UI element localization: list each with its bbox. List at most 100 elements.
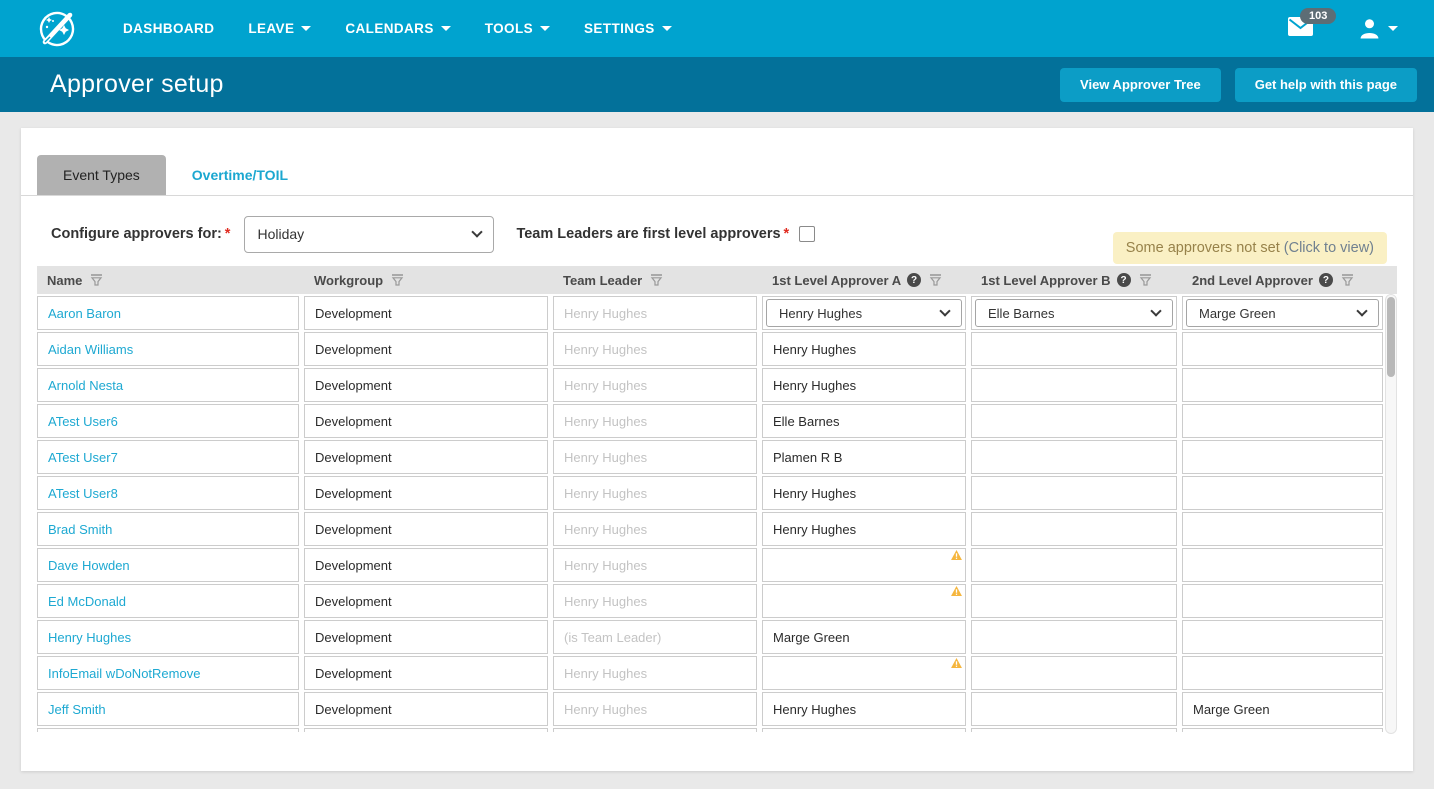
- table-row: ATest User8DevelopmentHenry HughesHenry …: [37, 476, 1383, 510]
- chevron-down-icon: [1356, 305, 1367, 316]
- approver-name: Henry Hughes: [773, 486, 856, 501]
- nav-label: TOOLS: [485, 21, 533, 36]
- filter-icon[interactable]: [1139, 274, 1152, 286]
- user-menu-button[interactable]: [1359, 18, 1410, 39]
- vertical-scrollbar[interactable]: [1385, 294, 1397, 734]
- table-row: Arnold NestaDevelopmentHenry HughesHenry…: [37, 368, 1383, 402]
- chevron-down-icon: [441, 26, 451, 31]
- chevron-down-icon: [472, 226, 483, 237]
- employee-name-link[interactable]: ATest User7: [48, 450, 118, 465]
- tab-overtime-toil[interactable]: Overtime/TOIL: [166, 155, 314, 195]
- workgroup-cell: Development: [304, 332, 548, 366]
- tab-bar: Event Types Overtime/TOIL: [21, 128, 1413, 196]
- second-level-approver-cell: [1182, 404, 1383, 438]
- team-leader-cell: (is Team Leader): [553, 620, 757, 654]
- scrollbar-thumb[interactable]: [1387, 297, 1395, 377]
- second-level-approver-cell: Marge Green: [1182, 692, 1383, 726]
- table-row: InfoEmail wDoNotRemoveDevelopmentHenry H…: [37, 656, 1383, 690]
- nav-item-leave[interactable]: LEAVE: [248, 21, 311, 36]
- messages-button[interactable]: 103: [1288, 17, 1313, 41]
- approver-name: Marge Green: [773, 630, 850, 645]
- team-leader-value: (is Team Leader): [564, 630, 661, 645]
- nav-item-settings[interactable]: SETTINGS: [584, 21, 672, 36]
- workgroup-cell: Development: [304, 296, 548, 330]
- employee-name-link[interactable]: ATest User6: [48, 414, 118, 429]
- first-level-approver-b-cell: Elle Barnes: [971, 296, 1177, 330]
- employee-name-link[interactable]: InfoEmail wDoNotRemove: [48, 666, 200, 681]
- workgroup-cell: Development: [304, 692, 548, 726]
- table-row: Aaron BaronDevelopmentHenry HughesHenry …: [37, 296, 1383, 330]
- employee-name-link[interactable]: Aidan Williams: [48, 342, 133, 357]
- table-row: Dave Howden Development Henry Hughes: [37, 548, 1383, 582]
- name-cell: ATest User7: [37, 440, 299, 474]
- first-level-approver-b-cell: [971, 368, 1177, 402]
- selected-value: Marge Green: [1199, 306, 1276, 321]
- help-icon[interactable]: ?: [1319, 273, 1333, 287]
- name-cell: Aidan Williams: [37, 332, 299, 366]
- table-row: Brad SmithDevelopmentHenry HughesHenry H…: [37, 512, 1383, 546]
- nav-menu: DASHBOARD LEAVE CALENDARS TOOLS SETTINGS: [123, 21, 672, 36]
- view-approver-tree-button[interactable]: View Approver Tree: [1060, 68, 1221, 102]
- workgroup-cell: Development: [304, 440, 548, 474]
- table-row: Ed McDonaldDevelopmentHenry Hughes: [37, 584, 1383, 618]
- help-icon[interactable]: ?: [1117, 273, 1131, 287]
- chevron-down-icon: [1150, 305, 1161, 316]
- first-level-approver-b-select[interactable]: Elle Barnes: [975, 299, 1173, 327]
- workgroup-value: Development: [315, 594, 392, 609]
- name-cell: Jeff Smith: [37, 692, 299, 726]
- name-cell: ATest User8: [37, 476, 299, 510]
- filter-icon[interactable]: [391, 274, 404, 286]
- employee-name-link[interactable]: ATest User8: [48, 486, 118, 501]
- first-level-approver-b-cell: [971, 440, 1177, 474]
- first-level-approver-a-cell: Henry Hughes: [762, 296, 966, 330]
- team-leader-cell: Henry Hughes: [553, 476, 757, 510]
- name-cell: Aaron Baron: [37, 296, 299, 330]
- first-level-approver-b-cell: [971, 548, 1177, 582]
- team-leader-value: Henry Hughes: [564, 522, 647, 537]
- employee-name-link[interactable]: Dave Howden: [48, 558, 130, 573]
- filter-icon[interactable]: [650, 274, 663, 286]
- employee-name-link[interactable]: Ed McDonald: [48, 594, 126, 609]
- magic-wand-logo[interactable]: [33, 5, 81, 53]
- second-level-approver-cell: [1182, 584, 1383, 618]
- team-leaders-checkbox[interactable]: [799, 226, 815, 242]
- nav-label: LEAVE: [248, 21, 294, 36]
- help-icon[interactable]: ?: [907, 273, 921, 287]
- team-leader-value: Henry Hughes: [564, 558, 647, 573]
- employee-name-link[interactable]: Arnold Nesta: [48, 378, 123, 393]
- employee-name-link[interactable]: Brad Smith: [48, 522, 112, 537]
- first-level-approver-b-cell: [971, 476, 1177, 510]
- get-help-button[interactable]: Get help with this page: [1235, 68, 1417, 102]
- tab-event-types[interactable]: Event Types: [37, 155, 166, 195]
- team-leader-cell: [553, 728, 757, 732]
- nav-item-dashboard[interactable]: DASHBOARD: [123, 21, 214, 36]
- first-level-approver-a-cell: [762, 548, 966, 582]
- first-level-approver-a-select[interactable]: Henry Hughes: [766, 299, 962, 327]
- nav-item-tools[interactable]: TOOLS: [485, 21, 550, 36]
- employee-name-link[interactable]: Henry Hughes: [48, 630, 131, 645]
- team-leader-cell: Henry Hughes: [553, 692, 757, 726]
- nav-label: DASHBOARD: [123, 21, 214, 36]
- filter-icon[interactable]: [1341, 274, 1354, 286]
- filter-icon[interactable]: [90, 274, 103, 286]
- second-level-approver-cell: [1182, 620, 1383, 654]
- team-leader-cell: Henry Hughes: [553, 440, 757, 474]
- alert-click-hint: (Click to view): [1280, 240, 1374, 256]
- page-title: Approver setup: [50, 70, 224, 99]
- approvers-not-set-alert[interactable]: Some approvers not set (Click to view): [1113, 232, 1387, 264]
- nav-item-calendars[interactable]: CALENDARS: [345, 21, 450, 36]
- selected-value: Henry Hughes: [779, 306, 862, 321]
- first-level-approver-a-cell: [762, 728, 966, 732]
- first-level-approver-a-cell: [762, 584, 966, 618]
- event-type-select[interactable]: Holiday: [244, 216, 494, 253]
- workgroup-cell: Development: [304, 548, 548, 582]
- filter-icon[interactable]: [929, 274, 942, 286]
- team-leader-cell: Henry Hughes: [553, 404, 757, 438]
- employee-name-link[interactable]: Aaron Baron: [48, 306, 121, 321]
- employee-name-link[interactable]: Jeff Smith: [48, 702, 106, 717]
- approver-name: Plamen R B: [773, 450, 842, 465]
- second-level-approver-select[interactable]: Marge Green: [1186, 299, 1379, 327]
- first-level-approver-b-cell: [971, 332, 1177, 366]
- name-cell: Ed McDonald: [37, 584, 299, 618]
- second-level-approver-cell: [1182, 728, 1383, 732]
